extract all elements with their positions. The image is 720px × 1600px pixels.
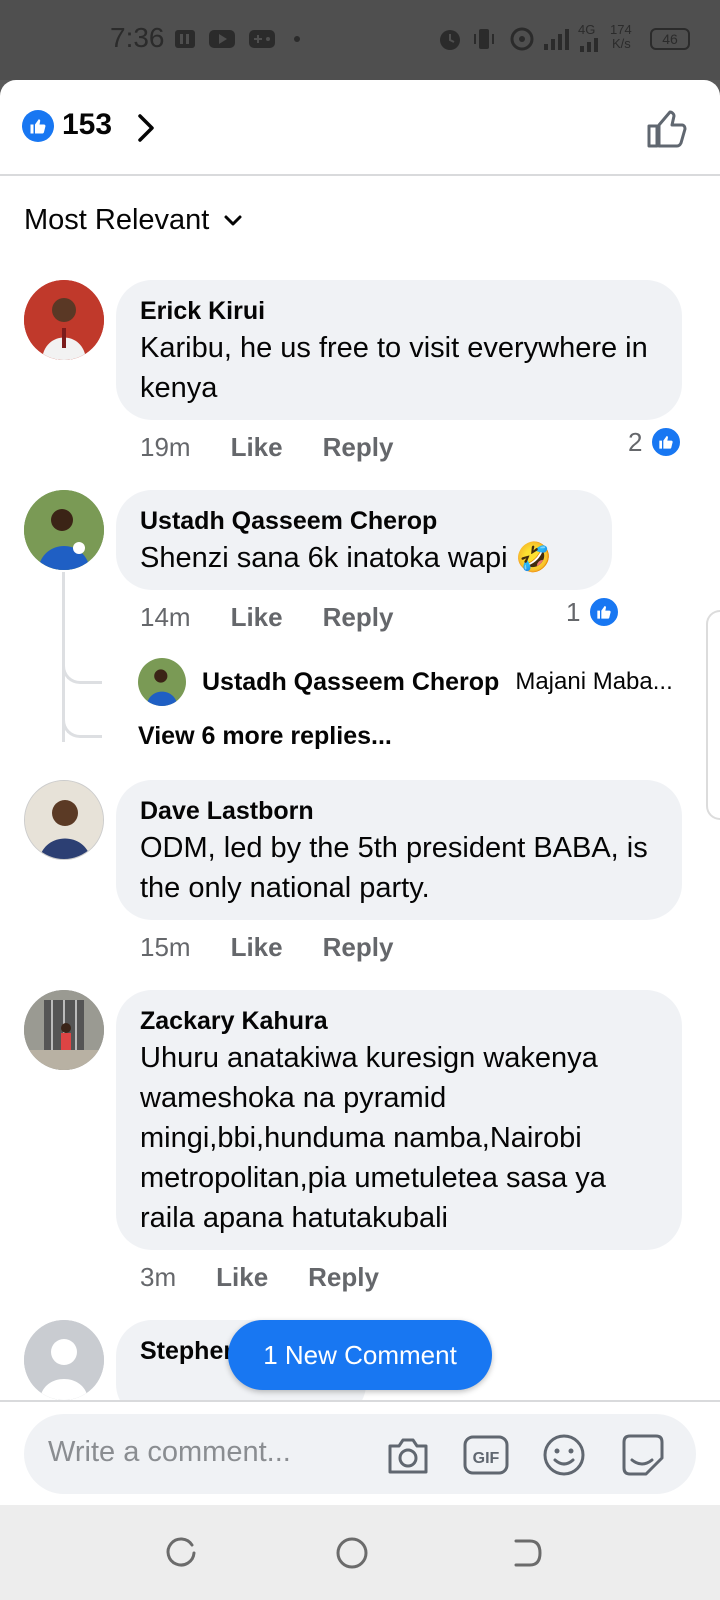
emoji-icon[interactable] — [540, 1432, 588, 1478]
network-speed-unit: K/s — [612, 36, 631, 51]
chevron-down-icon — [224, 215, 242, 225]
hotspot-icon — [510, 27, 534, 51]
comment-author[interactable]: Ustadh Qasseem Cherop — [140, 504, 588, 538]
youtube-icon — [209, 30, 235, 48]
comment-actions: 15m Like Reply — [140, 932, 393, 963]
like-post-icon[interactable] — [645, 106, 689, 150]
like-count: 2 — [628, 426, 643, 457]
reply-button[interactable]: Reply — [308, 1262, 379, 1293]
sticker-icon[interactable] — [618, 1432, 666, 1478]
reply-author[interactable]: Ustadh Qasseem Cherop — [202, 668, 499, 697]
avatar[interactable] — [24, 1320, 104, 1400]
sort-dropdown[interactable]: Most Relevant — [24, 204, 243, 237]
view-more-replies-link[interactable]: View 6 more replies... — [138, 722, 392, 751]
reaction-count[interactable]: 153 — [62, 108, 112, 142]
alarm-icon — [440, 30, 460, 50]
sort-label: Most Relevant — [24, 204, 210, 236]
like-button[interactable]: Like — [231, 602, 283, 633]
comment-like-count[interactable]: 1 — [566, 596, 621, 628]
back-icon[interactable] — [508, 1535, 544, 1571]
avatar[interactable] — [24, 990, 104, 1070]
comment-composer: Write a comment... GIF — [0, 1400, 720, 1505]
notification-icon — [175, 30, 195, 48]
reply-button[interactable]: Reply — [323, 932, 394, 963]
status-bar: 7:36 4G 174 K/s 46 — [0, 0, 720, 80]
comment-actions: 14m Like Reply — [140, 602, 393, 633]
comment-time: 15m — [140, 932, 191, 962]
comment-text: Karibu, he us free to visit everywhere i… — [140, 332, 648, 404]
network-speed-value: 174 — [610, 22, 632, 37]
comment-author[interactable]: Dave Lastborn — [140, 794, 658, 828]
like-count: 1 — [566, 596, 581, 627]
thread-line — [62, 572, 65, 742]
comment-input-placeholder: Write a comment... — [48, 1436, 291, 1468]
gif-icon[interactable]: GIF — [462, 1432, 510, 1478]
like-reaction-icon — [588, 596, 621, 628]
battery-indicator: 46 — [650, 28, 690, 50]
reply-avatar[interactable] — [138, 658, 186, 706]
reply-button[interactable]: Reply — [323, 602, 394, 633]
comment-like-count[interactable]: 2 — [628, 426, 683, 458]
thread-connector — [62, 718, 102, 738]
comment-time: 19m — [140, 432, 191, 462]
like-button[interactable]: Like — [216, 1262, 268, 1293]
home-icon[interactable] — [334, 1535, 370, 1571]
signal-icon — [544, 29, 569, 50]
thread-connector — [62, 664, 102, 684]
comment-bubble[interactable]: Dave Lastborn ODM, led by the 5th presid… — [116, 780, 682, 920]
dot-icon — [294, 36, 300, 42]
comment-bubble[interactable]: Ustadh Qasseem Cherop Shenzi sana 6k ina… — [116, 490, 612, 590]
comment-author[interactable]: Erick Kirui — [140, 294, 658, 328]
comments-sheet: 153 Most Relevant Erick Kirui Karibu, he… — [0, 80, 720, 1505]
like-reaction-icon — [650, 426, 683, 458]
side-edge-handle[interactable] — [706, 610, 720, 820]
comment-actions: 19m Like Reply — [140, 432, 393, 463]
comment-text: ODM, led by the 5th president BABA, is t… — [140, 832, 648, 904]
signal-icon-2 — [580, 38, 598, 52]
comment-time: 14m — [140, 602, 191, 632]
status-time: 7:36 — [110, 22, 165, 53]
recent-apps-icon[interactable] — [164, 1535, 200, 1571]
system-nav-bar — [0, 1505, 720, 1600]
comment-bubble[interactable]: Zackary Kahura Uhuru anatakiwa kuresign … — [116, 990, 682, 1250]
comment-time: 3m — [140, 1262, 177, 1292]
svg-text:GIF: GIF — [473, 1450, 500, 1467]
like-reaction-icon — [22, 110, 54, 142]
like-button[interactable]: Like — [231, 932, 283, 963]
camera-icon[interactable] — [384, 1432, 432, 1478]
avatar[interactable] — [24, 280, 104, 360]
reply-snippet: Majani Maba... — [515, 668, 673, 695]
avatar[interactable] — [24, 490, 104, 570]
new-comment-button[interactable]: 1 New Comment — [228, 1320, 492, 1390]
reactions-bar[interactable]: 153 — [0, 80, 720, 176]
reply-preview[interactable]: Ustadh Qasseem Cherop Majani Maba... — [138, 658, 698, 706]
comment-actions: 3m Like Reply — [140, 1262, 379, 1293]
comment-text: Shenzi sana 6k inatoka wapi 🤣 — [140, 542, 552, 574]
reply-button[interactable]: Reply — [323, 432, 394, 463]
like-button[interactable]: Like — [231, 432, 283, 463]
avatar[interactable] — [24, 780, 104, 860]
game-controller-icon — [249, 30, 275, 48]
chevron-right-icon[interactable] — [134, 110, 158, 146]
comment-input[interactable]: Write a comment... GIF — [24, 1414, 696, 1494]
comment-bubble[interactable]: Erick Kirui Karibu, he us free to visit … — [116, 280, 682, 420]
comment-text: Uhuru anatakiwa kuresign wakenya wamesho… — [140, 1042, 606, 1234]
comment-author[interactable]: Zackary Kahura — [140, 1004, 658, 1038]
vibrate-icon — [474, 29, 494, 49]
